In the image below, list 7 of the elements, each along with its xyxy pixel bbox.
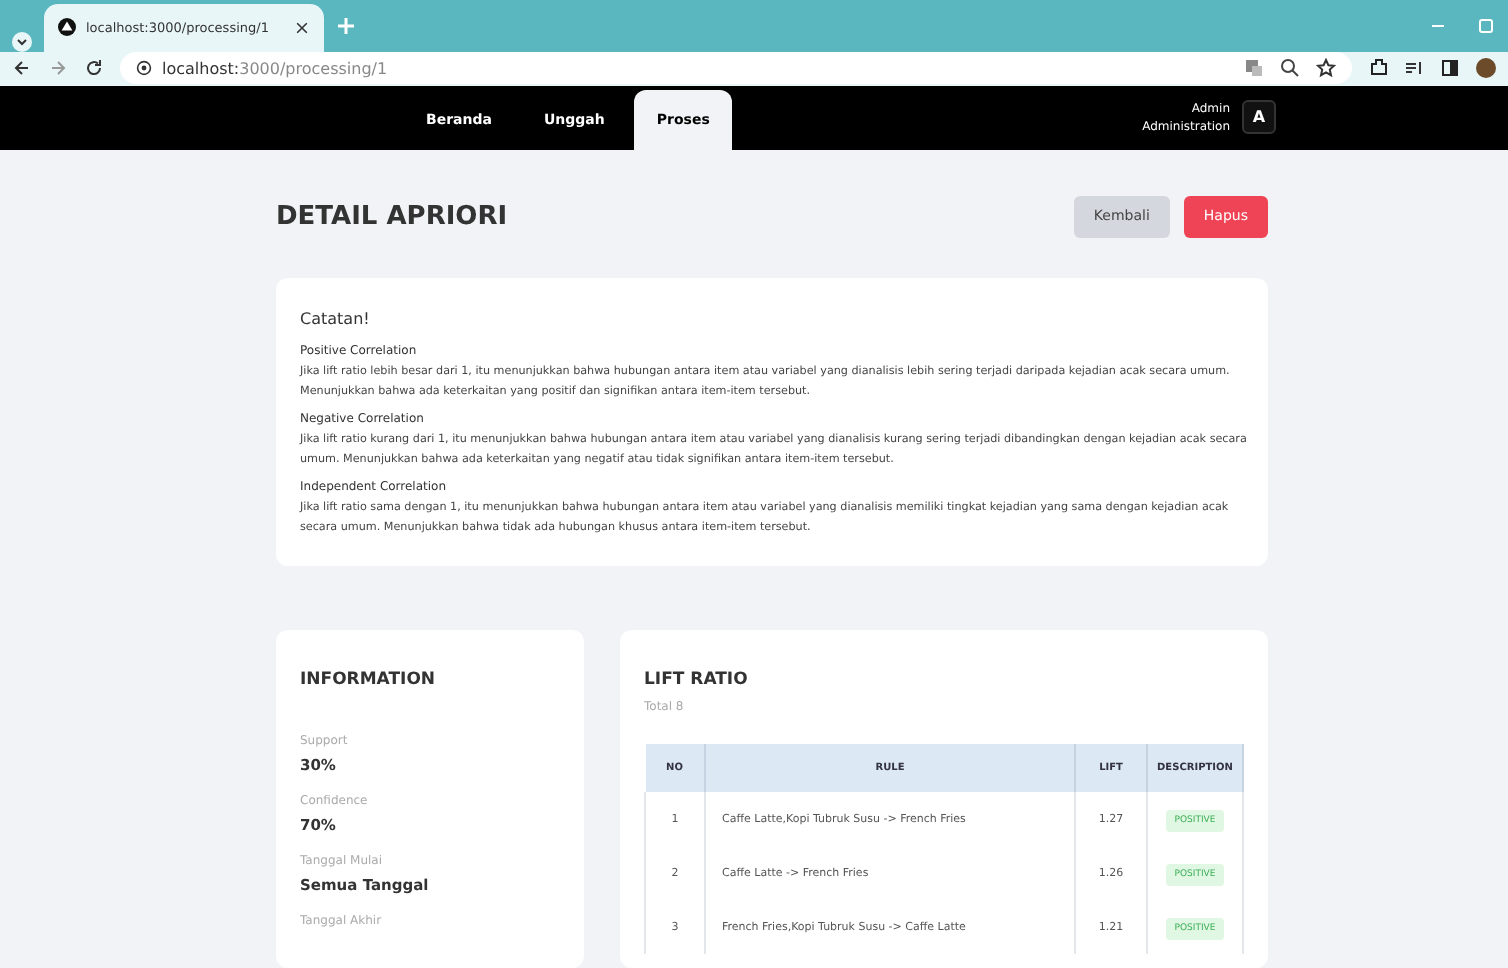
url-text: localhost:3000/processing/1 bbox=[162, 59, 388, 78]
card-title: INFORMATION bbox=[300, 670, 438, 690]
notes-title: Catatan! bbox=[300, 310, 372, 328]
page-title: DETAIL APRIORI bbox=[276, 201, 508, 231]
card-title: LIFT RATIO bbox=[644, 670, 750, 690]
user-avatar[interactable]: A bbox=[1242, 100, 1276, 135]
address-bar[interactable]: localhost:3000/processing/1 bbox=[120, 52, 1352, 85]
